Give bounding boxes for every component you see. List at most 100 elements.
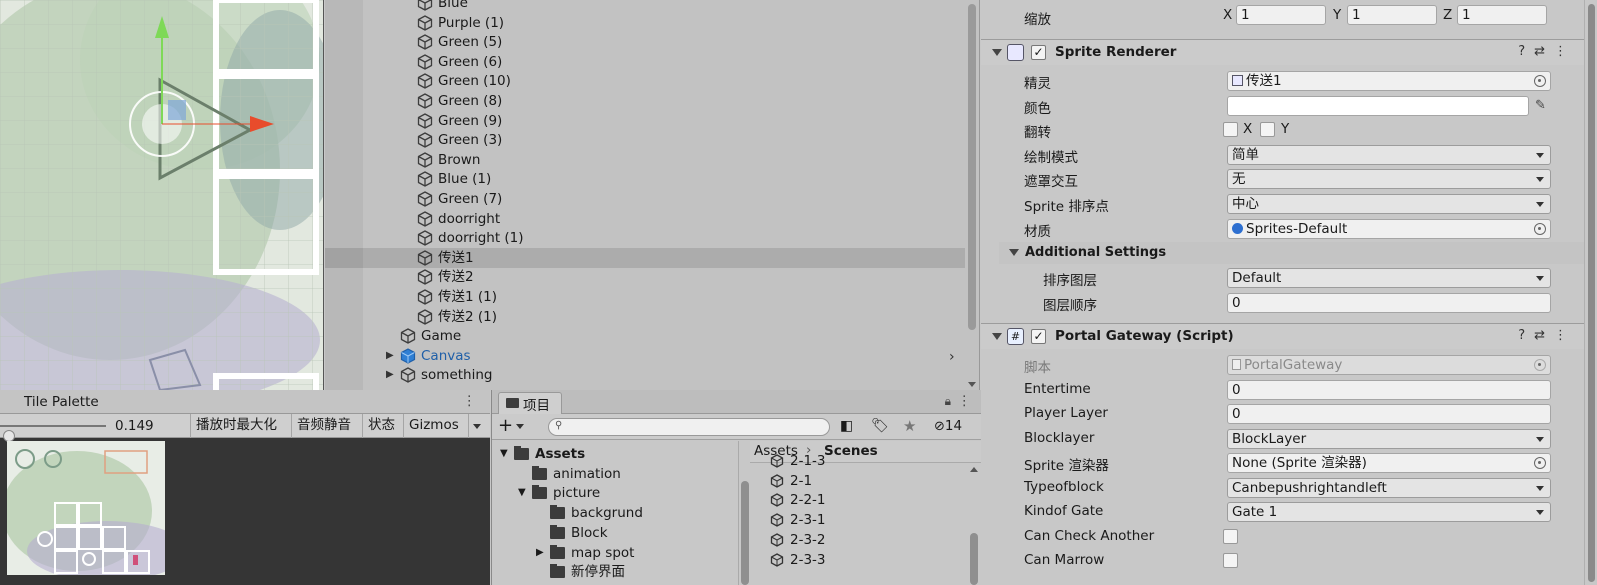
blocklayer-dropdown[interactable]: BlockLayer [1227, 429, 1551, 449]
help-icon[interactable]: ? [1518, 44, 1534, 59]
can-marrow-checkbox[interactable] [1223, 553, 1238, 568]
component-header-buttons[interactable]: ?⇄⋮ [1518, 44, 1576, 59]
expanded-arrow-icon[interactable]: ▼ [500, 444, 508, 464]
hierarchy-item[interactable]: Green (3) [325, 130, 965, 150]
player-layer-field[interactable]: 0 [1227, 404, 1551, 424]
kebab-menu-icon[interactable]: ⋮ [1554, 44, 1576, 59]
create-plus-icon[interactable]: + [498, 415, 513, 436]
hierarchy-item[interactable]: Game [325, 326, 965, 346]
inspector-scrollbar[interactable] [1584, 0, 1597, 585]
hierarchy-item[interactable]: Green (8) [325, 91, 965, 111]
hierarchy-item[interactable]: 传送1 [325, 247, 965, 268]
flip-y-checkbox[interactable] [1260, 122, 1275, 137]
hierarchy-item[interactable]: Green (6) [325, 52, 965, 72]
expand-arrow-icon[interactable]: ▶ [386, 365, 394, 385]
filter-by-label-icon[interactable]: 🏷︎ [871, 418, 889, 434]
scrollbar-thumb[interactable] [968, 4, 976, 330]
kindof-gate-dropdown[interactable]: Gate 1 [1227, 502, 1551, 522]
hierarchy-item[interactable]: Blue [325, 0, 965, 13]
scene-file-item[interactable]: 2-1-3 [750, 451, 965, 471]
hierarchy-item[interactable]: doorright [325, 209, 965, 229]
mask-dropdown[interactable]: 无 [1227, 169, 1551, 189]
expand-arrow-icon[interactable]: ▶ [536, 543, 544, 563]
mute-audio-button[interactable]: 音频静音 [291, 414, 356, 438]
object-picker-icon[interactable] [1534, 223, 1546, 235]
chevron-right-icon[interactable]: › [949, 347, 955, 367]
portal-gateway-header[interactable]: # ✓ Portal Gateway (Script) ?⇄⋮ [981, 323, 1584, 349]
scrollbar-thumb[interactable] [741, 481, 749, 585]
scroll-up-arrow-icon[interactable] [970, 467, 978, 472]
project-search-input[interactable]: ⚲ [548, 418, 830, 436]
hierarchy-item[interactable]: doorright (1) [325, 228, 965, 248]
object-picker-icon[interactable] [1534, 75, 1546, 87]
scene-file-item[interactable]: 2-1 [750, 471, 965, 491]
hierarchy-item[interactable]: 传送2 (1) [325, 307, 965, 327]
hierarchy-item[interactable]: ▶ something [325, 365, 965, 385]
scene-file-item[interactable]: 2-3-3 [750, 550, 965, 570]
lock-icon[interactable]: 🔒︎ [945, 394, 951, 409]
favorite-star-icon[interactable]: ★ [903, 417, 916, 435]
filter-by-type-icon[interactable]: ◧ [840, 418, 853, 434]
stats-button[interactable]: 状态 [362, 414, 400, 438]
foldout-icon[interactable] [992, 333, 1002, 340]
foldout-icon[interactable] [1009, 249, 1019, 256]
color-swatch[interactable] [1227, 96, 1529, 116]
scrollbar-thumb[interactable] [970, 533, 978, 585]
project-tab[interactable]: 项目 [498, 392, 562, 414]
sprite-field[interactable]: 传送1 [1227, 71, 1551, 91]
preset-icon[interactable]: ⇄ [1534, 44, 1554, 59]
hierarchy-item[interactable]: 传送1 (1) [325, 287, 965, 307]
hierarchy-item[interactable]: Green (9) [325, 111, 965, 131]
component-header-buttons[interactable]: ?⇄⋮ [1518, 328, 1576, 343]
help-icon[interactable]: ? [1518, 328, 1534, 343]
gizmos-button[interactable]: Gizmos [403, 414, 464, 438]
additional-settings-foldout[interactable]: Additional Settings [999, 242, 1584, 264]
hidden-packages-toggle[interactable]: ⊘14 [934, 418, 962, 434]
draw-mode-dropdown[interactable]: 简单 [1227, 145, 1551, 165]
scene-file-item[interactable]: 2-3-2 [750, 530, 965, 550]
sprite-renderer-ref-field[interactable]: None (Sprite 渲染器) [1227, 453, 1551, 473]
preset-icon[interactable]: ⇄ [1534, 328, 1554, 343]
scroll-down-arrow-icon[interactable] [968, 382, 976, 387]
can-check-another-checkbox[interactable] [1223, 529, 1238, 544]
flip-x-checkbox[interactable] [1223, 122, 1238, 137]
kebab-menu-icon[interactable]: ⋮ [958, 393, 972, 409]
hierarchy-item[interactable]: Green (7) [325, 189, 965, 209]
hierarchy-item[interactable]: Brown [325, 150, 965, 170]
hierarchy-item[interactable]: Green (10) [325, 71, 965, 91]
gizmos-dropdown[interactable] [468, 414, 485, 438]
object-picker-icon[interactable] [1534, 457, 1546, 469]
foldout-icon[interactable] [992, 49, 1002, 56]
sorting-layer-dropdown[interactable]: Default [1227, 268, 1551, 288]
sprite-renderer-enabled-checkbox[interactable]: ✓ [1031, 45, 1046, 60]
sort-point-dropdown[interactable]: 中心 [1227, 194, 1551, 214]
tile-palette-tab[interactable]: Tile Palette [24, 394, 99, 410]
hierarchy-item[interactable]: Green (5) [325, 32, 965, 52]
hierarchy-item[interactable]: Blue (1) [325, 169, 965, 189]
hierarchy-scrollbar[interactable] [965, 0, 979, 390]
scale-slider[interactable] [0, 425, 106, 442]
hierarchy-item[interactable]: Purple (1) [325, 13, 965, 33]
hierarchy-item[interactable]: 传送2 [325, 267, 965, 287]
expanded-arrow-icon[interactable]: ▼ [518, 483, 526, 503]
folder-tree-scrollbar[interactable] [738, 441, 750, 585]
order-in-layer-field[interactable]: 0 [1227, 293, 1551, 313]
sprite-renderer-header[interactable]: ✓ Sprite Renderer ?⇄⋮ [981, 39, 1584, 65]
scale-x-field[interactable]: 1 [1236, 5, 1326, 25]
scale-z-field[interactable]: 1 [1457, 5, 1547, 25]
chevron-down-icon[interactable] [516, 424, 524, 429]
kebab-menu-icon[interactable]: ⋮ [1554, 328, 1576, 343]
scene-view[interactable] [0, 0, 324, 390]
entertime-field[interactable]: 0 [1227, 380, 1551, 400]
file-list-scrollbar[interactable] [967, 463, 981, 585]
scene-file-item[interactable]: 2-3-1 [750, 510, 965, 530]
portal-gateway-enabled-checkbox[interactable]: ✓ [1031, 329, 1046, 344]
material-field[interactable]: Sprites-Default [1227, 219, 1551, 239]
eyedropper-icon[interactable]: ✎ [1535, 98, 1546, 113]
maximize-on-play-button[interactable]: 播放时最大化 [190, 414, 282, 438]
kebab-menu-icon[interactable]: ⋮ [463, 393, 477, 409]
typeofblock-dropdown[interactable]: Canbepushrightandleft [1227, 478, 1551, 498]
scrollbar-thumb[interactable] [1588, 4, 1595, 582]
scene-file-item[interactable]: 2-2-1 [750, 490, 965, 510]
scale-y-field[interactable]: 1 [1347, 5, 1437, 25]
